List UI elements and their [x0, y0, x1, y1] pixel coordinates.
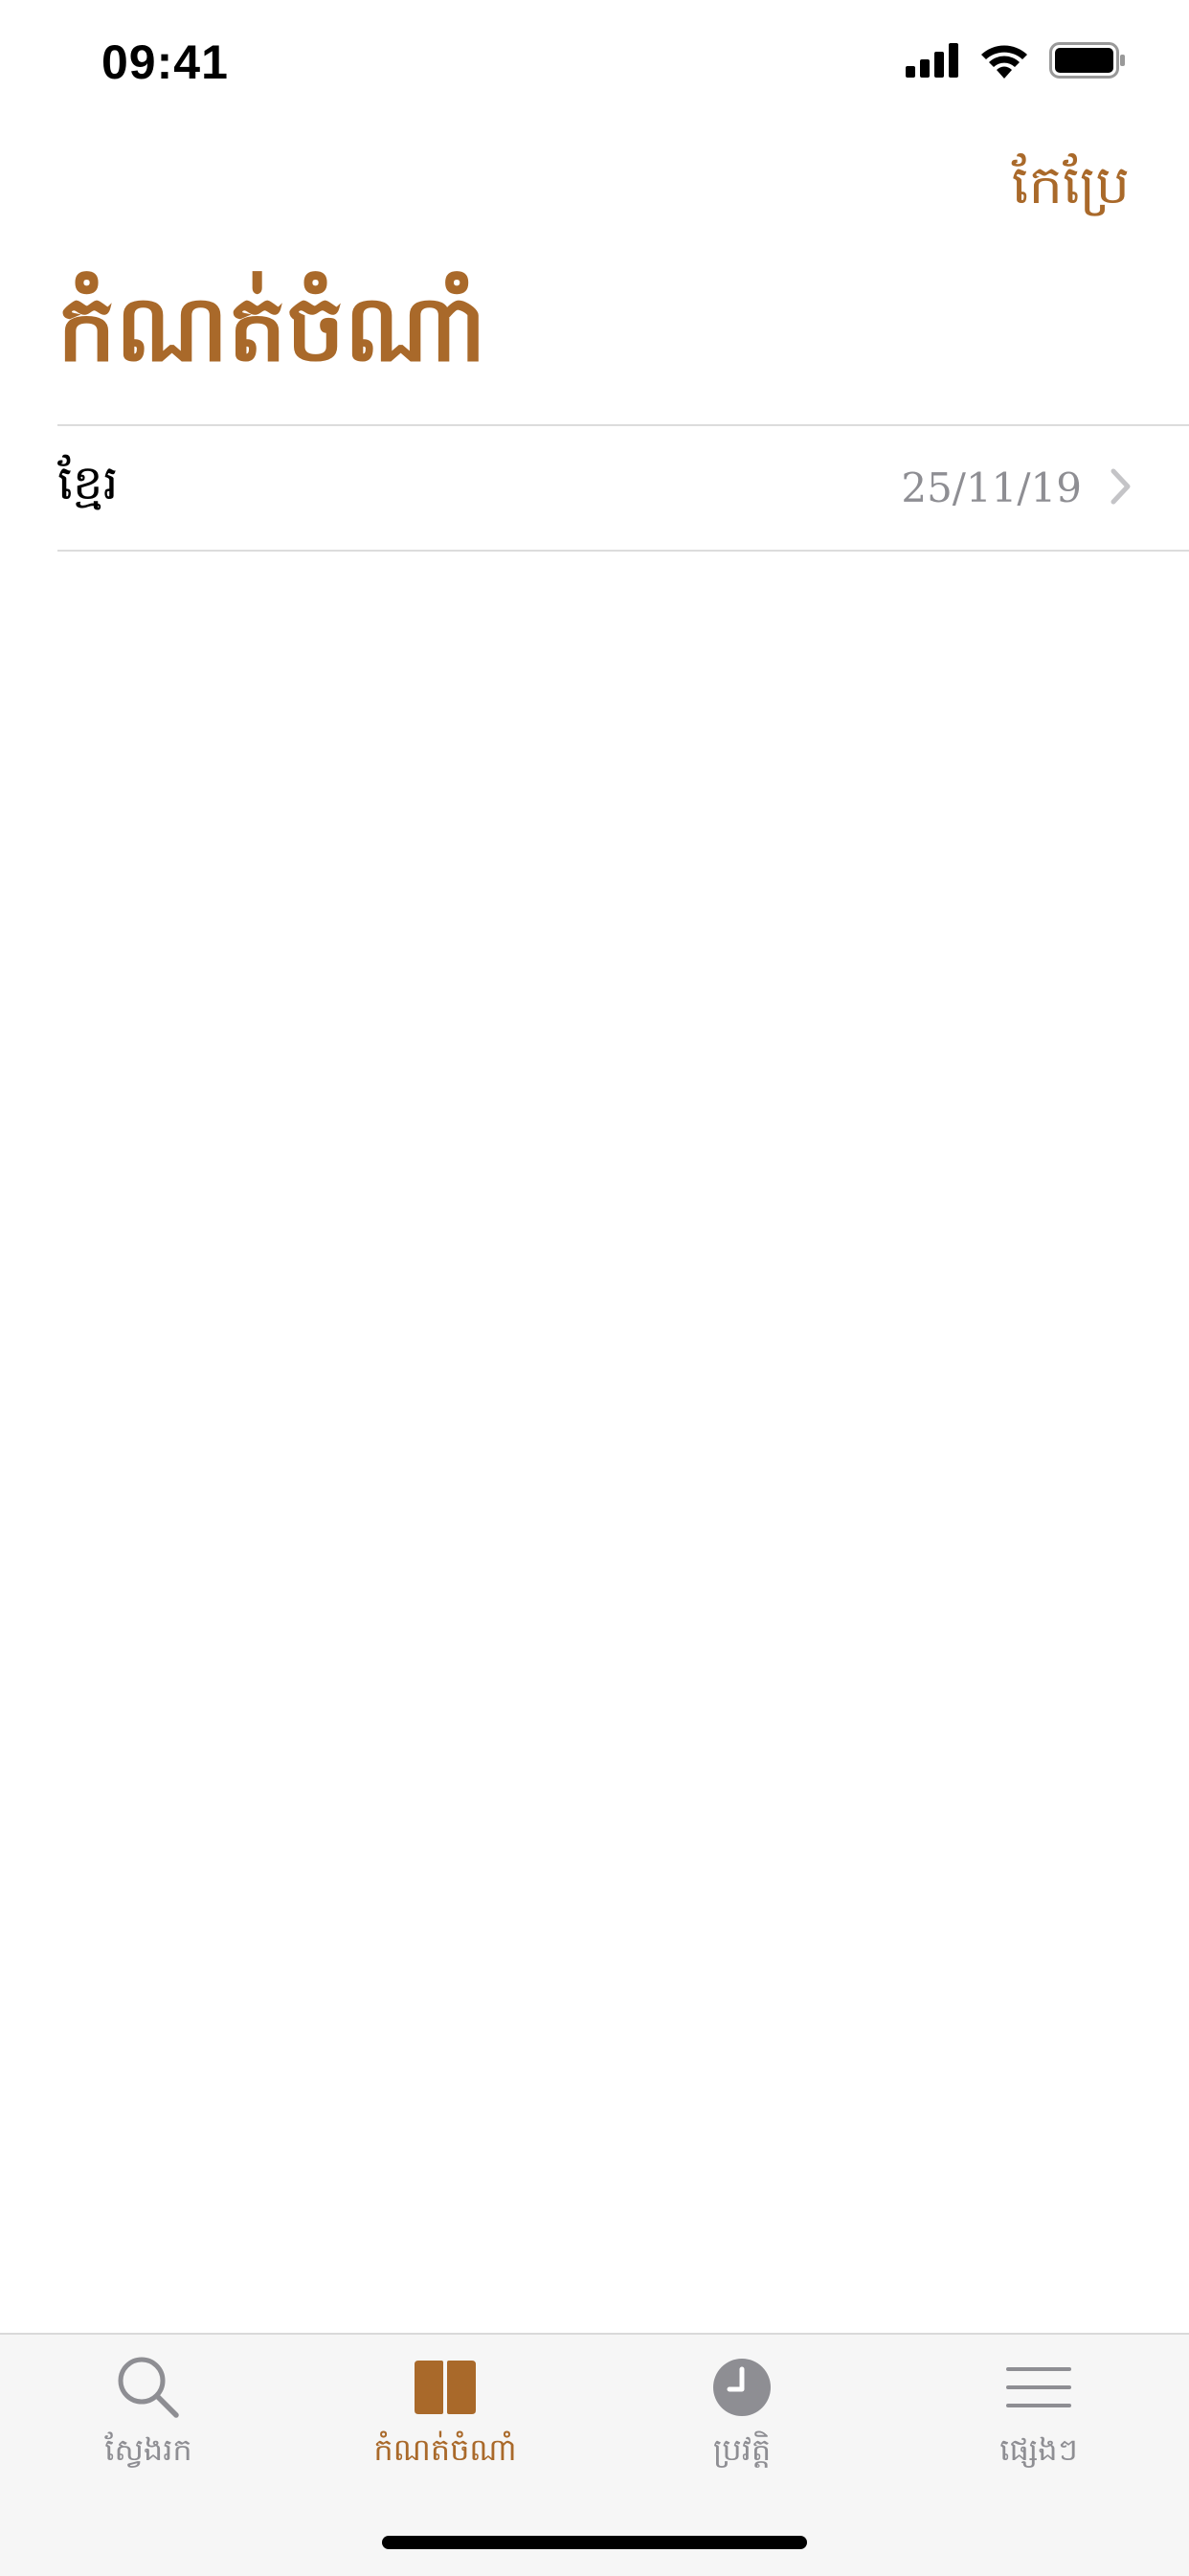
status-bar: 09:41	[0, 0, 1189, 126]
edit-button[interactable]: កែប្រែ	[1012, 151, 1130, 230]
cellular-signal-icon	[906, 43, 959, 81]
status-time: 09:41	[101, 35, 229, 89]
tab-search[interactable]: ស្វែងរក	[0, 2354, 297, 2488]
wifi-icon	[980, 42, 1028, 82]
list-item-date: 25/11/19	[901, 464, 1082, 511]
search-icon	[115, 2354, 182, 2421]
chevron-right-icon	[1110, 468, 1132, 508]
tab-bar: ស្វែងរក កំណត់ចំណាំ ប្រវត្តិ ផ្សេងៗ	[0, 2333, 1189, 2576]
book-icon	[412, 2354, 479, 2421]
list-item-title: ខ្មែរ	[57, 455, 119, 510]
tab-label: កំណត់ចំណាំ	[373, 2431, 517, 2468]
home-indicator[interactable]	[382, 2536, 807, 2549]
bookmark-list: ខ្មែរ 25/11/19	[57, 424, 1189, 552]
status-icons	[906, 42, 1126, 82]
tab-label: ផ្សេងៗ	[999, 2431, 1078, 2468]
tab-history[interactable]: ប្រវត្តិ	[594, 2354, 890, 2488]
tab-bookmarks[interactable]: កំណត់ចំណាំ	[297, 2354, 594, 2488]
menu-icon	[1005, 2354, 1072, 2421]
battery-icon	[1049, 42, 1126, 82]
list-item[interactable]: ខ្មែរ 25/11/19	[57, 426, 1189, 552]
tab-label: ប្រវត្តិ	[712, 2431, 772, 2468]
clock-icon	[708, 2354, 775, 2421]
tab-more[interactable]: ផ្សេងៗ	[890, 2354, 1187, 2488]
page-title: កំណត់ចំណាំ	[57, 274, 486, 382]
list-item-accessory: 25/11/19	[901, 426, 1132, 550]
tab-label: ស្វែងរក	[104, 2431, 192, 2468]
